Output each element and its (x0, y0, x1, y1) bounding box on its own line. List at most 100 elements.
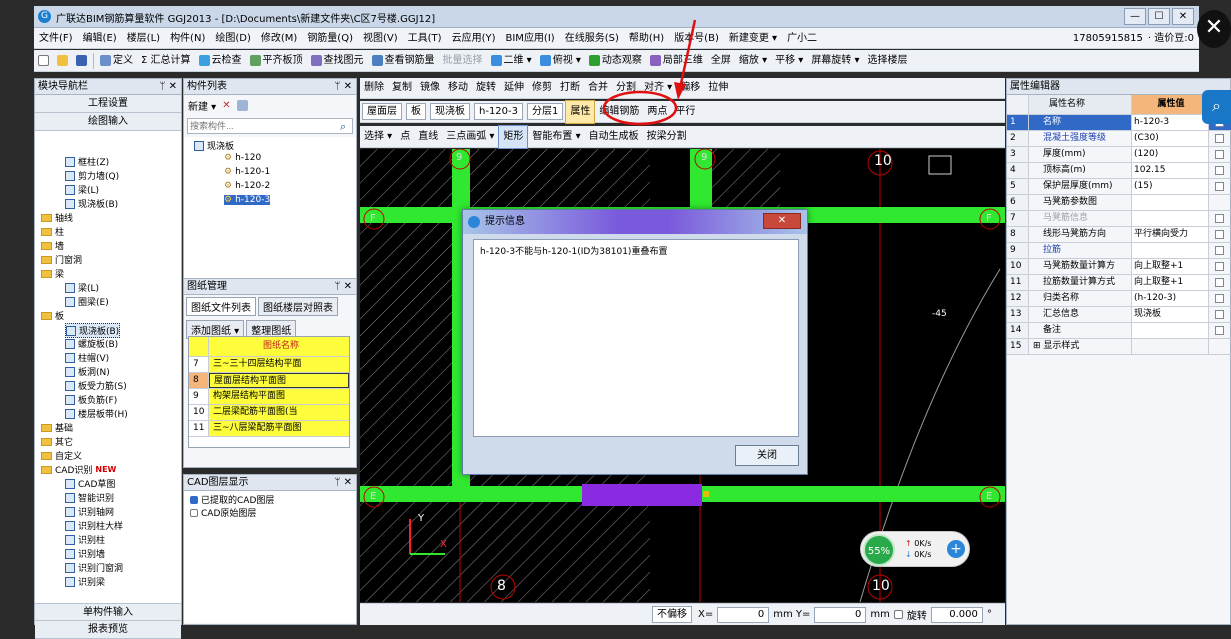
property-row[interactable]: 2 混凝土强度等级 (C30) (1007, 131, 1231, 147)
menu-view[interactable]: 视图(V) (358, 28, 403, 49)
tree-item[interactable]: 楼层板带(H) (65, 407, 128, 420)
table-row[interactable]: 9 构架层结构平面图 (189, 389, 349, 405)
batch-select-button[interactable]: 批量选择 (439, 50, 487, 72)
table-row-selected[interactable]: 8 屋面层结构平面图 (189, 373, 349, 389)
component-search-input[interactable] (187, 118, 353, 134)
tree-item[interactable]: 识别柱 (65, 533, 105, 546)
tree-folder[interactable]: 自定义 (41, 449, 82, 462)
pin-icon[interactable]: ᛘ ✕ (334, 279, 352, 294)
table-row[interactable]: 10 二层梁配筋平面图(当 (189, 405, 349, 421)
open-file-button[interactable] (53, 55, 72, 66)
checkbox-icon[interactable] (190, 495, 198, 504)
mirror-button[interactable]: 镜像 (416, 77, 444, 99)
copy-icon[interactable] (236, 99, 248, 111)
align-top-button[interactable]: 平齐板顶 (246, 50, 307, 72)
type-select[interactable]: 板 (406, 103, 426, 120)
tree-folder[interactable]: 轴线 (41, 211, 73, 224)
table-row[interactable]: 11 三~八层梁配筋平面图 (189, 421, 349, 437)
zoom-button[interactable]: 缩放 ▾ (735, 50, 771, 72)
property-row[interactable]: 5 保护层厚度(mm) (15) (1007, 179, 1231, 195)
fullscreen-button[interactable]: 全屏 (707, 50, 735, 72)
maximize-button[interactable]: ☐ (1148, 8, 1170, 25)
view-rebar-button[interactable]: 查看钢筋量 (368, 50, 439, 72)
tree-item[interactable]: 板洞(N) (65, 365, 110, 378)
tree-item[interactable]: 智能识别 (65, 491, 114, 504)
define-button[interactable]: 定义 (96, 50, 137, 72)
x-input[interactable]: 0 (717, 606, 770, 623)
menu-rebar[interactable]: 钢筋量(Q) (302, 28, 358, 49)
extend-button[interactable]: 延伸 (500, 77, 528, 99)
view-2d-button[interactable]: 二维 ▾ (487, 50, 536, 72)
break-button[interactable]: 打断 (556, 77, 584, 99)
layer-select[interactable]: 分层1 (527, 103, 564, 120)
auto-slab-button[interactable]: 自动生成板 (585, 126, 643, 148)
menu-modify[interactable]: 修改(M) (256, 28, 302, 49)
delete-button[interactable]: 删除 (360, 77, 388, 99)
tab-drawing-files[interactable]: 图纸文件列表 (186, 297, 256, 316)
move-button[interactable]: 移动 (444, 77, 472, 99)
select-button[interactable]: 选择 ▾ (360, 126, 396, 148)
menu-edit[interactable]: 编辑(E) (78, 28, 122, 49)
tree-item[interactable]: 剪力墙(Q) (65, 169, 119, 182)
find-element-button[interactable]: 查找图元 (307, 50, 368, 72)
single-input-button[interactable]: 单构件输入 (35, 603, 181, 621)
property-row[interactable]: 12 归类名称 (h-120-3) (1007, 291, 1231, 307)
line-button[interactable]: 直线 (414, 126, 442, 148)
component-item[interactable]: ⚙ h-120-1 (224, 167, 270, 177)
project-settings-button[interactable]: 工程设置 (35, 95, 181, 113)
close-overlay-button[interactable]: ✕ (1197, 10, 1231, 48)
cad-layer-extracted[interactable]: 已提取的CAD图层 (190, 493, 350, 506)
menu-draw[interactable]: 绘图(D) (210, 28, 256, 49)
tree-item[interactable]: CAD草图 (65, 477, 115, 490)
subtype-select[interactable]: 现浇板 (430, 103, 470, 120)
menu-component[interactable]: 构件(N) (165, 28, 210, 49)
network-speed-widget[interactable]: 55% ↑ 0K/s ↓ 0K/s + (860, 531, 970, 567)
tree-folder[interactable]: 柱 (41, 225, 64, 238)
property-row-selected[interactable]: 1 名称 h-120-3 (1007, 115, 1231, 131)
property-row[interactable]: 13 汇总信息 现浇板 (1007, 307, 1231, 323)
property-row[interactable]: 10 马凳筋数量计算方 向上取整+1 (1007, 259, 1231, 275)
property-row[interactable]: 9 拉筋 (1007, 243, 1231, 259)
checkbox-icon[interactable] (190, 508, 198, 517)
tree-root[interactable]: 现浇板 (194, 139, 234, 152)
search-icon[interactable]: ⌕ (340, 120, 346, 134)
report-preview-button[interactable]: 报表预览 (35, 621, 181, 639)
pin-icon[interactable]: ᛘ ✕ (159, 79, 177, 94)
drawing-input-button[interactable]: 绘图输入 (35, 113, 181, 131)
tree-item[interactable]: 梁(L) (65, 183, 99, 196)
tree-item[interactable]: 板受力筋(S) (65, 379, 127, 392)
tree-folder[interactable]: 梁 (41, 267, 64, 280)
summary-calc-button[interactable]: Σ 汇总计算 (137, 50, 195, 72)
property-row[interactable]: 8 线形马凳筋方向 平行横向受力 (1007, 227, 1231, 243)
tree-folder[interactable]: 基础 (41, 421, 73, 434)
new-component-button[interactable]: 新建 ▾ (188, 98, 216, 113)
tree-folder[interactable]: 墙 (41, 239, 64, 252)
menu-cloud[interactable]: 云应用(Y) (447, 28, 501, 49)
top-view-button[interactable]: 俯视 ▾ (536, 50, 585, 72)
floor-select[interactable]: 屋面层 (362, 103, 402, 120)
component-item-selected[interactable]: ⚙ h-120-3 (224, 195, 271, 205)
rectangle-button[interactable]: 矩形 (498, 124, 529, 149)
cad-layer-original[interactable]: CAD原始图层 (190, 506, 350, 519)
menu-tools[interactable]: 工具(T) (403, 28, 447, 49)
point-button[interactable]: 点 (396, 126, 414, 148)
beam-split-button[interactable]: 按梁分割 (643, 126, 691, 148)
tree-item[interactable]: 识别梁 (65, 575, 105, 588)
tree-folder[interactable]: 其它 (41, 435, 73, 448)
angle-input[interactable]: 0.000 (930, 606, 983, 623)
component-item[interactable]: ⚙ h-120 (224, 153, 261, 163)
tree-item[interactable]: 现浇板(B) (65, 197, 118, 210)
tab-floor-mapping[interactable]: 图纸楼层对照表 (258, 297, 338, 316)
smart-layout-button[interactable]: 智能布置 ▾ (528, 126, 584, 148)
menu-bim[interactable]: BIM应用(I) (501, 28, 560, 49)
tree-folder[interactable]: 门窗洞 (41, 253, 82, 266)
property-button[interactable]: 属性 (565, 99, 596, 124)
tree-folder[interactable]: 板 (41, 309, 64, 322)
tree-item[interactable]: 识别轴网 (65, 505, 114, 518)
tree-item-selected[interactable]: 现浇板(B) (65, 323, 121, 338)
tree-item[interactable]: 梁(L) (65, 281, 99, 294)
arc-button[interactable]: 三点画弧 ▾ (442, 126, 498, 148)
pin-icon[interactable]: ᛘ ✕ (334, 475, 352, 490)
property-row[interactable]: 14 备注 (1007, 323, 1231, 339)
save-button[interactable] (72, 55, 91, 66)
